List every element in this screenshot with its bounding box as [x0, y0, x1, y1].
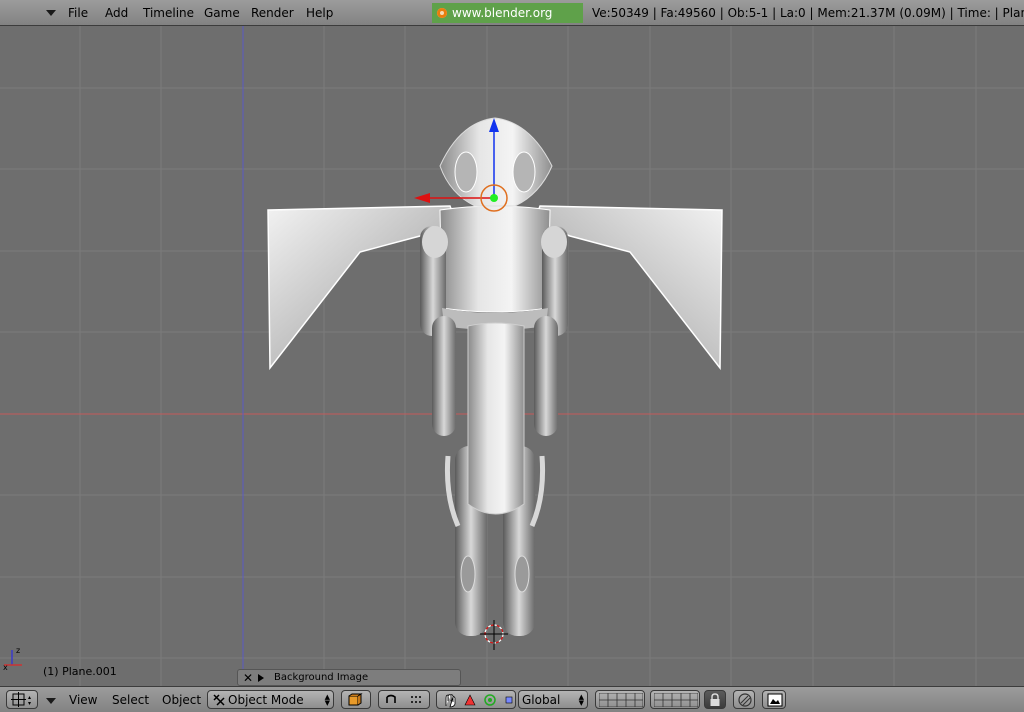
close-icon[interactable]: ✕	[243, 671, 253, 685]
front-panel	[467, 322, 525, 515]
solid-cube-icon	[348, 693, 363, 706]
lock-icon	[710, 693, 720, 706]
pivot-point	[490, 194, 498, 202]
right-shoulder	[541, 226, 567, 258]
updown-icon: ▲ ▼	[324, 693, 330, 707]
x-arrow-icon[interactable]	[414, 193, 430, 203]
menu-object[interactable]: Object	[162, 693, 201, 707]
mode-select-value: Object Mode	[228, 693, 304, 707]
object-mode-icon	[213, 694, 225, 706]
axis-gizmo: z x	[3, 646, 22, 672]
layers-icon	[599, 693, 643, 707]
axis-x-label: x	[3, 663, 8, 672]
menu-view[interactable]: View	[69, 693, 97, 707]
hand-icon	[445, 694, 456, 708]
axis-z-label: z	[16, 646, 20, 655]
render-preview-button[interactable]	[733, 690, 755, 709]
ogl-render-icon	[738, 693, 752, 707]
image-icon	[767, 693, 783, 707]
pivot-select[interactable]	[378, 690, 430, 709]
menu-timeline[interactable]: Timeline	[143, 6, 194, 20]
scene-stats: Ve:50349 | Fa:49560 | Ob:5-1 | La:0 | Me…	[592, 6, 1024, 20]
scale-icon	[505, 696, 513, 704]
editor-type-button[interactable]: ▴ ▾	[6, 690, 38, 709]
mode-select[interactable]: Object Mode ▲ ▼	[207, 690, 334, 709]
expand-triangle-icon[interactable]	[258, 674, 264, 682]
left-eye	[454, 151, 478, 193]
background-image-label: Background Image	[274, 672, 369, 683]
menu-select[interactable]: Select	[112, 693, 149, 707]
left-knee	[460, 555, 476, 593]
layer-buttons-1[interactable]	[595, 690, 645, 709]
top-menu-bar: File Add Timeline Game Render Help www.b…	[0, 0, 1024, 40]
menu-file[interactable]: File	[68, 6, 88, 20]
left-forearm	[432, 316, 456, 436]
right-eye	[512, 151, 536, 193]
header-collapse-icon[interactable]	[46, 698, 56, 704]
menu-game[interactable]: Game	[204, 6, 240, 20]
lock-layers-button[interactable]	[704, 690, 726, 709]
blender-site-badge[interactable]: www.blender.org 249.2	[432, 3, 583, 40]
draw-type-select[interactable]	[341, 690, 371, 709]
background-image-panel[interactable]: ✕ Background Image	[237, 669, 461, 686]
left-shoulder	[422, 226, 448, 258]
3d-viewport[interactable]: z x	[0, 26, 1024, 686]
manipulator-icons	[445, 694, 513, 708]
render-image-button[interactable]	[762, 690, 786, 709]
svg-text:▾: ▾	[28, 700, 31, 707]
orientation-select[interactable]: Global ▲ ▼	[518, 690, 588, 709]
3d-view-header: ▴ ▾ View Select Object Object Mode ▲ ▼ G…	[0, 686, 1024, 712]
manipulator-group[interactable]	[436, 690, 516, 709]
translate-icon	[464, 694, 476, 706]
menu-collapse-icon[interactable]	[46, 10, 56, 16]
torso	[439, 205, 551, 313]
menu-add[interactable]: Add	[105, 6, 128, 20]
layer-buttons-2[interactable]	[650, 690, 700, 709]
grid-view-icon: ▴ ▾	[11, 692, 31, 707]
right-forearm	[534, 316, 558, 436]
layers-icon	[654, 693, 698, 707]
updown-icon: ▲ ▼	[578, 693, 584, 707]
pivot-icons	[386, 694, 421, 703]
active-object-label: (1) Plane.001	[43, 665, 117, 678]
viewport-canvas[interactable]: z x	[0, 26, 1024, 686]
menu-render[interactable]: Render	[251, 6, 294, 20]
menu-help[interactable]: Help	[306, 6, 333, 20]
blender-logo-icon	[437, 8, 447, 18]
orientation-select-value: Global	[522, 693, 561, 707]
right-knee	[514, 555, 530, 593]
